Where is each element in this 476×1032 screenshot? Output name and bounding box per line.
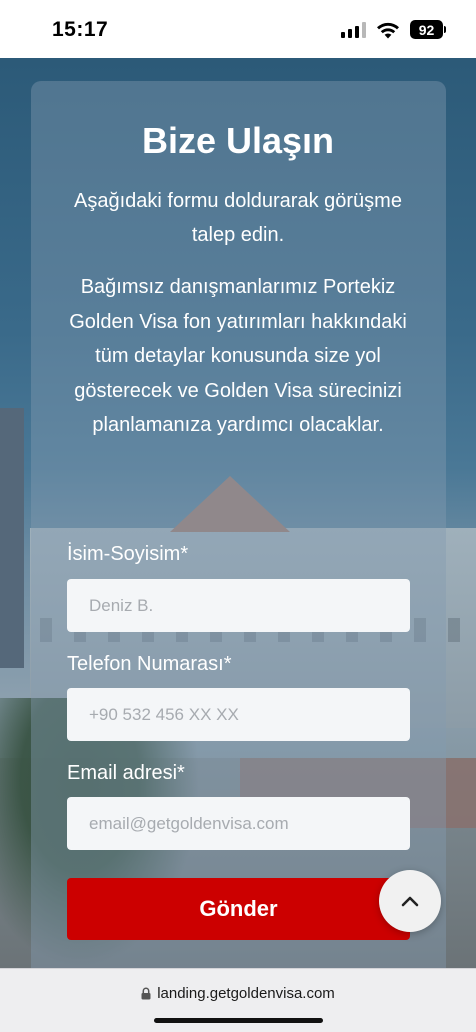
status-icons: 92 — [341, 20, 446, 39]
wifi-icon — [377, 22, 399, 38]
lock-icon — [141, 987, 151, 1000]
name-label: İsim-Soyisim* — [67, 543, 189, 565]
form-description: Bağımsız danışmanlarımız Portekiz Golden… — [69, 276, 407, 436]
url-content: landing.getgoldenvisa.com — [0, 985, 476, 1002]
email-label: Email adresi* — [67, 762, 185, 784]
battery-icon: 92 — [410, 20, 446, 39]
home-indicator[interactable] — [154, 1018, 323, 1023]
url-text: landing.getgoldenvisa.com — [157, 985, 335, 1002]
battery-level: 92 — [410, 20, 443, 39]
submit-button[interactable]: Gönder — [67, 878, 410, 940]
signal-icon — [341, 21, 366, 38]
scroll-to-top-button[interactable] — [379, 870, 441, 932]
form-intro: Aşağıdaki formu doldurarak görüşme talep… — [74, 190, 402, 246]
email-input[interactable] — [67, 797, 410, 850]
status-time: 15:17 — [52, 18, 109, 41]
browser-url-bar[interactable]: landing.getgoldenvisa.com — [0, 968, 476, 1032]
form-title: Bize Ulaşın — [141, 120, 335, 161]
phone-label: Telefon Numarası* — [67, 653, 232, 675]
chevron-up-icon — [401, 896, 419, 907]
name-input[interactable] — [67, 579, 410, 632]
background-tower — [0, 408, 24, 668]
status-bar: 15:17 92 — [0, 0, 476, 58]
phone-input[interactable] — [67, 688, 410, 741]
